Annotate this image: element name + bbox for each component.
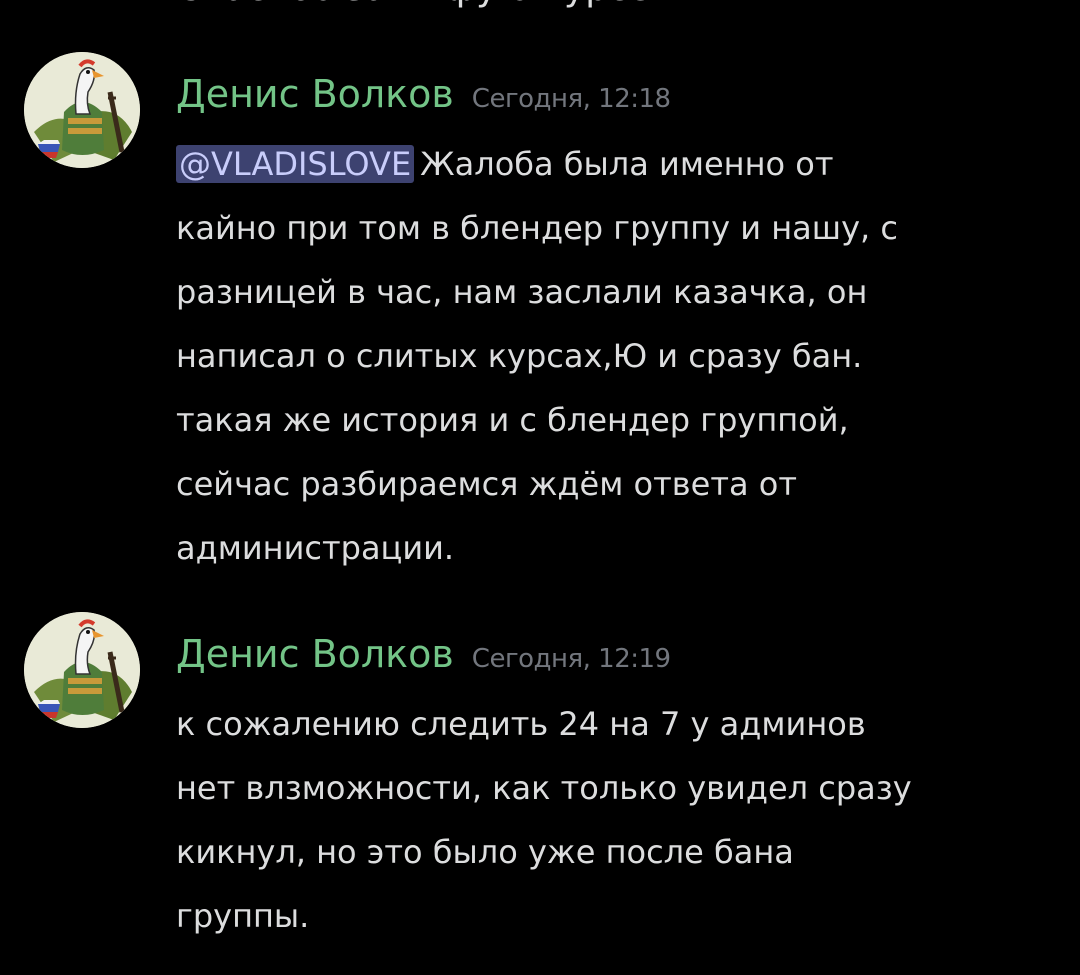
message-line: кайно при том в блендер группу и нашу, с [176,209,898,247]
message-body: @VLADISLOVE Жалоба была именно от кайно п… [176,132,1046,580]
message-timestamp: Сегодня, 12:19 [471,644,671,674]
message-line: такая же история и с блендер группой, [176,401,849,439]
message-header: Денис Волков Сегодня, 12:18 [176,68,671,120]
message-header: Денис Волков Сегодня, 12:19 [176,628,671,680]
chat-message-list[interactable]: Спасибо за инфу о курсе [0,0,1080,975]
author-name[interactable]: Денис Волков [176,72,454,116]
message-line: @VLADISLOVE Жалоба была именно от [176,132,1046,196]
goose-avatar-icon [24,52,140,168]
message-line: сейчас разбираемся ждём ответа от [176,465,797,503]
message-body: к сожалению следить 24 на 7 у админов не… [176,692,1046,948]
message-timestamp: Сегодня, 12:18 [471,84,671,114]
message-line-text: Жалоба была именно от [420,145,834,183]
message-line: разницей в час, нам заслали казачка, он [176,273,868,311]
message-line: нет влзможности, как только увидел сразу [176,769,912,807]
message-line: группы. [176,897,310,935]
goose-avatar-icon [24,612,140,728]
message-line: администрации. [176,529,455,567]
message-line: к сожалению следить 24 на 7 у админов [176,705,866,743]
user-mention[interactable]: @VLADISLOVE [176,145,415,183]
avatar[interactable] [24,52,140,168]
author-name[interactable]: Денис Волков [176,632,454,676]
message-line: кикнул, но это было уже после бана [176,833,794,871]
message-line: написал о слитых курсах,Ю и сразу бан. [176,337,863,375]
previous-message-partial-text: Спасибо за инфу о курсе [176,0,650,10]
avatar[interactable] [24,612,140,728]
